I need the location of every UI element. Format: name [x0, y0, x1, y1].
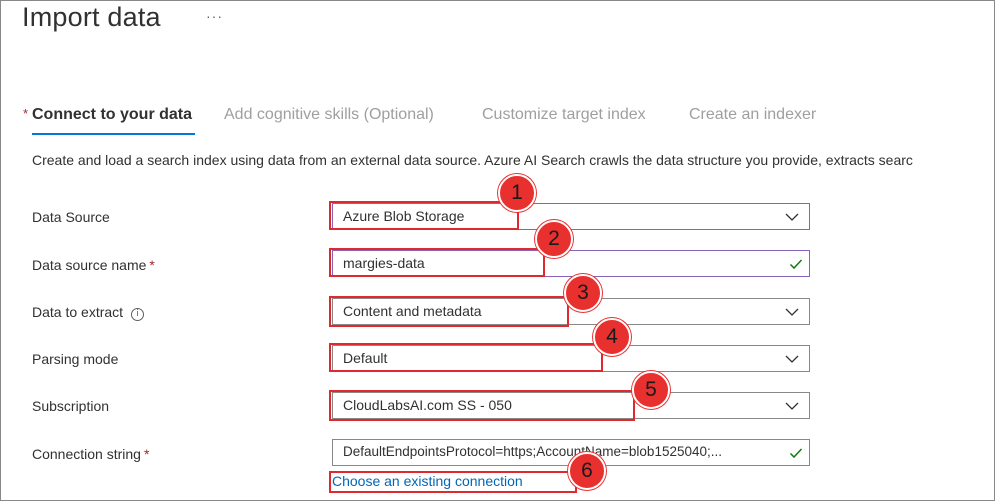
tab-customize-target-index[interactable]: Customize target index: [482, 106, 646, 124]
info-icon[interactable]: i: [131, 308, 145, 321]
parsing-mode-label: Parsing mode: [32, 351, 119, 367]
callout-badge-3: 3: [564, 274, 602, 312]
connection-string-label: Connection string *: [32, 446, 150, 462]
required-star: *: [143, 446, 150, 462]
callout-badge-6: 6: [568, 452, 606, 490]
data-source-label: Data Source: [32, 209, 110, 225]
active-tab-indicator: [32, 133, 195, 135]
callout-badge-2: 2: [535, 220, 573, 258]
data-source-name-label: Data source name *: [32, 257, 155, 273]
callout-highlight-6: [329, 471, 577, 493]
page-title: Import data: [22, 2, 161, 32]
more-options-icon[interactable]: ···: [206, 8, 223, 24]
checkmark-icon: [789, 259, 803, 270]
chevron-down-icon: [785, 355, 799, 363]
required-star: *: [149, 257, 155, 273]
description-text: Create and load a search index using dat…: [32, 152, 913, 168]
data-to-extract-label: Data to extract i: [32, 304, 145, 321]
callout-badge-1: 1: [498, 174, 536, 212]
checkmark-icon: [789, 448, 803, 459]
callout-badge-4: 4: [593, 318, 631, 356]
tab-label: Customize target index: [482, 106, 646, 123]
required-star: *: [23, 106, 29, 121]
tab-label: Connect to your data: [32, 106, 193, 123]
tab-connect-to-your-data[interactable]: * Connect to your data: [23, 106, 193, 124]
tab-create-an-indexer[interactable]: Create an indexer: [689, 106, 816, 124]
chevron-down-icon: [785, 308, 799, 316]
callout-highlight-5: [329, 390, 635, 421]
tab-add-cognitive-skills[interactable]: Add cognitive skills (Optional): [224, 106, 434, 124]
tab-label: Create an indexer: [689, 106, 817, 123]
callout-highlight-3: [329, 296, 569, 327]
callout-highlight-4: [329, 343, 603, 372]
callout-badge-5: 5: [632, 371, 670, 409]
chevron-down-icon: [785, 402, 799, 410]
chevron-down-icon: [785, 213, 799, 221]
callout-highlight-1: [329, 201, 519, 230]
tab-label: Add cognitive skills (Optional): [224, 106, 434, 123]
subscription-label: Subscription: [32, 398, 110, 414]
callout-highlight-2: [329, 248, 545, 277]
connection-string-value: DefaultEndpointsProtocol=https;AccountNa…: [343, 444, 723, 459]
